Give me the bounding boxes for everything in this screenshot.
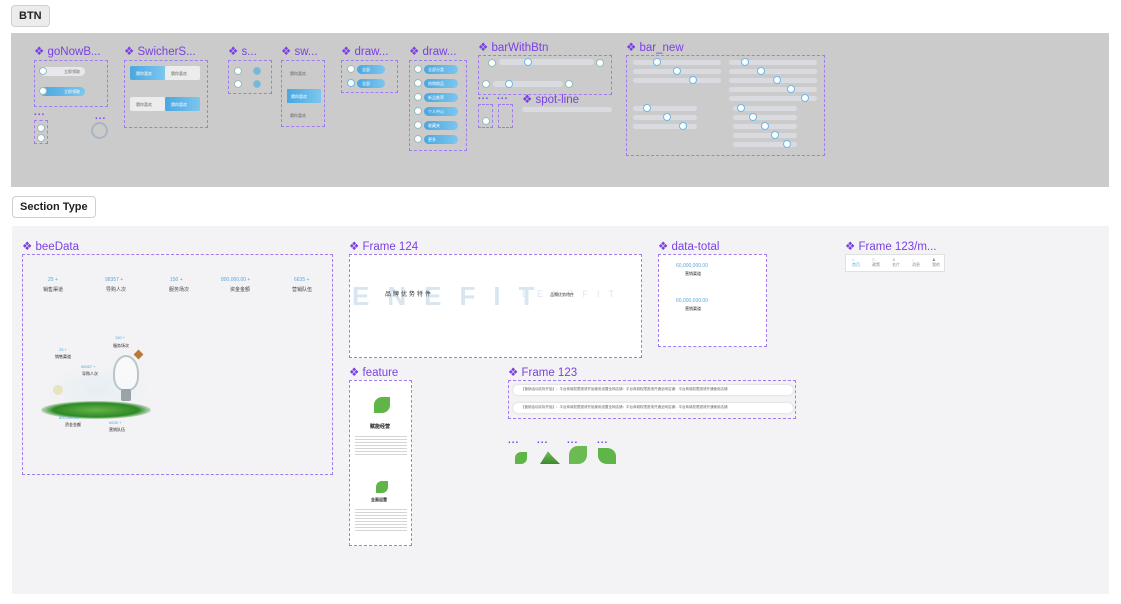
switcher-frame: 猜你喜欢 猜你喜欢 猜你喜欢 猜你喜欢 [124,60,208,128]
btn-panel: ❖ goNowB... 立即领取 立即领取 ... ... ❖ SwicherS… [11,33,1109,187]
barwithbtn-frame [478,55,612,95]
s-frame [228,60,272,94]
datatotal-title: ❖ data-total [658,241,720,253]
sprout-icon [374,397,390,413]
gonow-frame: 立即领取 立即领取 [34,60,108,107]
green-leaves-illustration [41,401,151,419]
barnew-title: ❖ bar_new [626,42,684,54]
sw-title: ❖ sw... [281,46,318,58]
frame123-frame: 【营销活动实际开始】：平台商城权限邀请开始使用设置全网店铺：平台商城权限邀请开通… [508,380,796,419]
spot-line-bar [522,107,612,112]
leaf-icon [515,452,527,464]
loading-ring-icon [91,122,108,139]
go-button-2[interactable]: 立即领取 [39,87,85,96]
bottom-nav-bar: ⌂ 首页 □ 政策 ♙ 名片 ◌ 消息 ♟ 我的 [845,254,945,272]
bulb-base-icon [121,389,131,401]
nav-tab-me[interactable]: ♟ 我的 [932,257,940,268]
beedata-frame: 25 + 销售渠道 98357 + 导购人次 150 + 服务场次 800,000,0… [22,254,333,475]
feature-frame: 赋能经营 全面运营 [349,380,412,546]
feature-text-1 [355,434,407,456]
butterfly-icon [133,349,144,360]
nav-tab-card[interactable]: ♙ 名片 [892,257,900,268]
frame123m-title: ❖ Frame 123/m... [845,241,937,253]
barnew-frame [626,55,825,156]
sheep-icon [53,385,63,395]
datatotal-frame: 60,000,000.00 营销渠道 60,000,000.00 营销渠道 [658,254,767,347]
sw-frame: 猜你喜欢 猜你喜欢 猜你喜欢 [281,60,325,127]
bar-mini-1 [478,104,493,128]
frame123-title: ❖ Frame 123 [508,367,578,379]
beedata-title: ❖ beeData [22,241,79,253]
spot-line-title: ❖ spot-line [522,94,579,106]
notice-row-2[interactable]: 【营销活动实际开始】：平台商城权限邀请开始使用设置全网店铺：平台商城权限邀请开通… [513,403,793,413]
notice-row-1[interactable]: 【营销活动实际开始】：平台商城权限邀请开始使用设置全网店铺：平台商城权限邀请开通… [513,385,793,395]
plant-hand-icon [569,446,587,464]
factory-icon [540,451,560,464]
draw1-title: ❖ draw... [341,46,389,58]
feature-title: ❖ feature [349,367,399,379]
feature-text-2 [355,507,407,533]
gonow-title: ❖ goNowB... [34,46,101,58]
switcher-title: ❖ SwicherS... [124,46,196,58]
bulb-icon [113,355,139,391]
frame124-frame: ENEFIT 品牌优势特件 BENEFIT 品牌优势特件 [349,254,642,358]
section-type-label[interactable]: Section Type [12,196,96,218]
barwithbtn-title: ❖ barWithBtn [478,42,549,54]
plant-icon [376,481,388,493]
section-type-panel: ❖ beeData 25 + 销售渠道 98357 + 导购人次 150 + 服务场次… [12,226,1109,594]
nav-tab-message[interactable]: ◌ 消息 [912,257,920,268]
btn-section-label[interactable]: BTN [11,5,50,27]
draw2-title: ❖ draw... [409,46,457,58]
draw2-frame: 全部分类 热销商品 新品推荐 个人中心 收藏夹 更多 [409,60,467,151]
frame124-title: ❖ Frame 124 [349,241,419,253]
go-icons [34,120,48,144]
draw1-frame: 全部 全部 [341,60,398,93]
leaf-pen-icon [598,448,616,464]
nav-tab-policy[interactable]: □ 政策 [872,257,880,268]
s-title: ❖ s... [228,46,257,58]
nav-tab-home[interactable]: ⌂ 首页 [852,257,860,268]
go-button-1[interactable]: 立即领取 [39,67,85,76]
bar-mini-2 [498,104,513,128]
